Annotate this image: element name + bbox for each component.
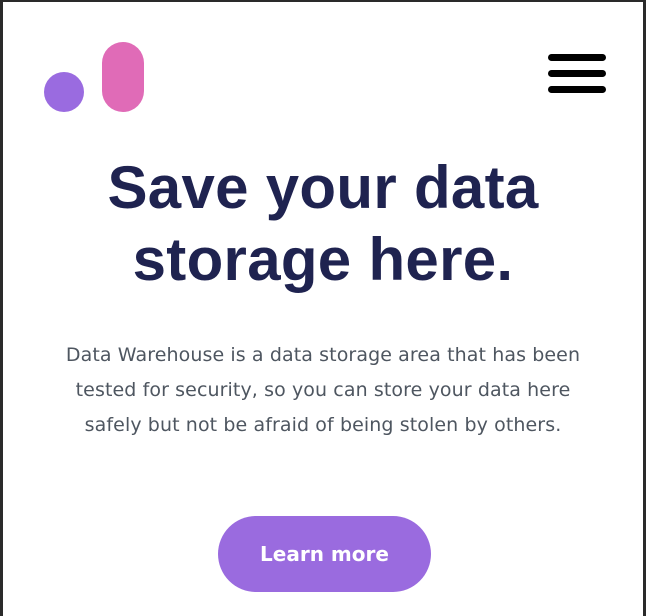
hero-description: Data Warehouse is a data storage area th… bbox=[3, 338, 643, 443]
hero-description-line: Data Warehouse is a data storage area th… bbox=[65, 344, 581, 366]
menu-bar-top bbox=[548, 54, 606, 61]
logo-pill-icon bbox=[102, 42, 144, 112]
menu-bar-bottom bbox=[548, 86, 606, 93]
page-frame: Save your data storage here. Data Wareho… bbox=[0, 0, 646, 616]
hero-description-line: tested for security, so you can store yo… bbox=[75, 379, 571, 401]
logo[interactable] bbox=[44, 42, 146, 116]
hamburger-menu-icon[interactable] bbox=[548, 54, 606, 96]
menu-bar-middle bbox=[548, 70, 606, 77]
learn-more-button[interactable]: Learn more bbox=[218, 516, 431, 592]
hero-description-line: safely but not be afraid of being stolen… bbox=[84, 414, 562, 436]
hero-headline-line: Save your data bbox=[107, 154, 539, 221]
hero-headline-line: storage here. bbox=[132, 226, 514, 293]
logo-dot-icon bbox=[44, 72, 84, 112]
hero-headline: Save your data storage here. bbox=[3, 152, 643, 296]
